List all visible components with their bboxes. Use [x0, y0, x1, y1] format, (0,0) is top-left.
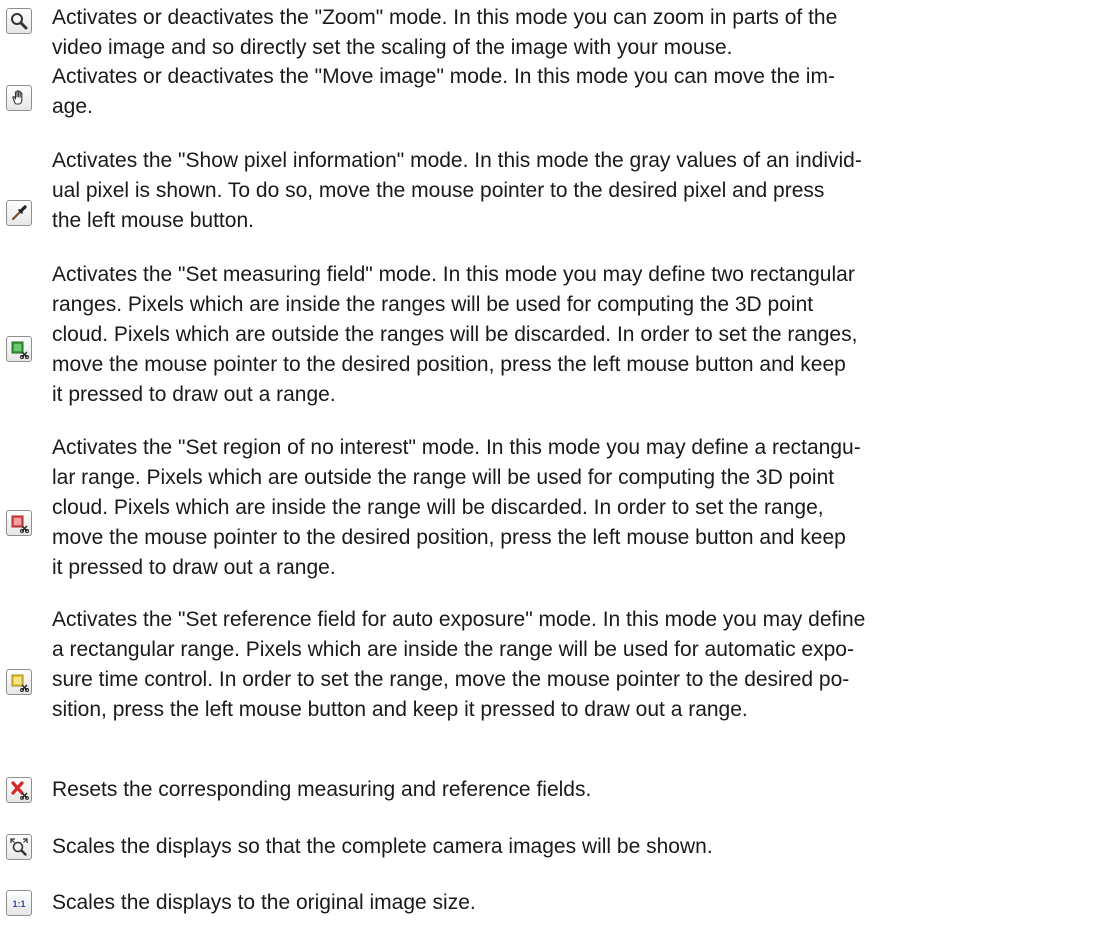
help-entry-description: Activates or deactivates the "Zoom" mode… [52, 6, 838, 59]
eyedropper-icon[interactable] [6, 200, 32, 226]
measuring-field-icon[interactable] [6, 336, 32, 362]
hand-move-icon[interactable] [6, 85, 32, 111]
reset-fields-icon[interactable] [6, 777, 32, 803]
help-entry-description: Scales the displays to the original imag… [52, 891, 476, 914]
region-of-no-interest-icon[interactable] [6, 510, 32, 536]
help-entry-description: Resets the corresponding measuring and r… [52, 778, 592, 801]
help-entry-description: Scales the displays so that the complete… [52, 835, 713, 858]
auto-exposure-reference-icon[interactable] [6, 669, 32, 695]
help-entry-description: Activates the "Set reference field for a… [52, 608, 866, 721]
fit-to-window-icon[interactable] [6, 834, 32, 860]
help-entry-description: Activates or deactivates the "Move image… [52, 65, 835, 118]
help-entry-description: Activates the "Set region of no interest… [52, 436, 861, 579]
zoom-icon[interactable] [6, 8, 32, 34]
help-entry-description: Activates the "Set measuring field" mode… [52, 263, 858, 406]
original-size-icon[interactable]: 1:1 [6, 890, 32, 916]
help-entry-description: Activates the "Show pixel information" m… [52, 149, 862, 232]
original-size-icon-label: 1:1 [12, 899, 25, 909]
